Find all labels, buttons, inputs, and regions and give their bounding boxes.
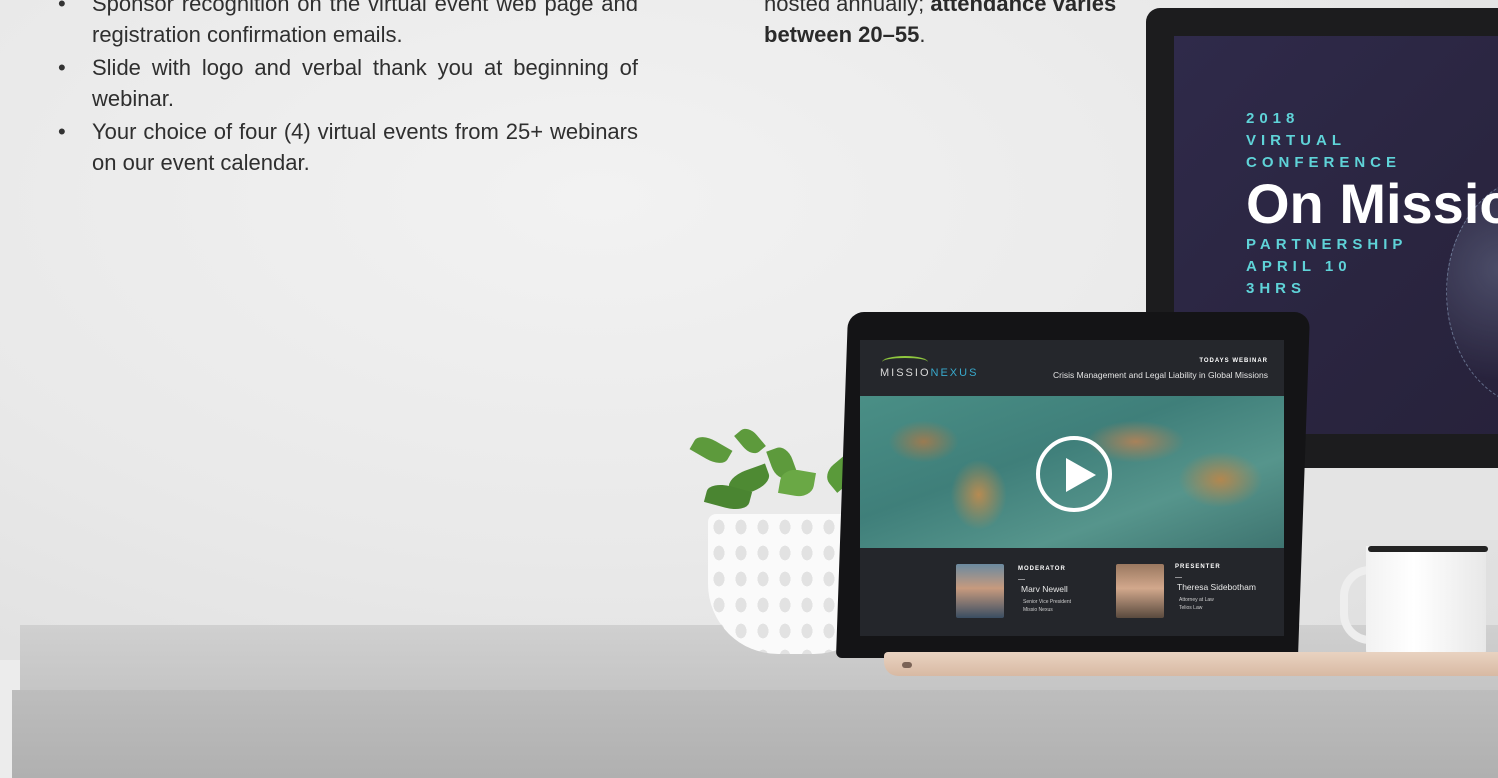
conference-title: On Missio [1246,172,1498,235]
conference-theme: PARTNERSHIP [1246,236,1408,253]
laptop-notch [902,662,912,668]
benefit-item: Slide with logo and verbal thank you at … [58,52,638,114]
moderator-photo [956,564,1004,618]
moderator-dash: — [1018,576,1025,583]
conference-label: CONFERENCE [1246,154,1402,171]
moderator-org: Missio Nexus [1023,607,1053,613]
webinar-title: Crisis Management and Legal Liability in… [1053,370,1268,380]
presenter-label: PRESENTER [1175,564,1221,570]
presenter-org: Telios Law [1179,605,1203,611]
attendance-text: hosted annually; attendance varies betwe… [764,0,1124,50]
todays-webinar-label: TODAYS WEBINAR [1199,358,1268,364]
moderator-title: Senior Vice President [1023,599,1071,605]
logo-text-a: MISSIO [880,367,931,379]
presenter-dash: — [1175,574,1182,581]
attendance-prefix: hosted annually; [764,0,931,16]
laptop-base [884,652,1498,676]
conference-type: VIRTUAL [1246,132,1346,149]
world-map-video[interactable] [860,396,1284,548]
mug-rim [1368,546,1488,552]
benefit-item: Sponsor recognition on the virtual event… [58,0,638,50]
presenter-photo [1116,564,1164,618]
conference-year: 2018 [1246,110,1300,127]
logo-text-b: NEXUS [930,367,979,379]
coffee-mug [1366,546,1486,662]
webinar-header: MISSIONEXUS TODAYS WEBINAR Crisis Manage… [860,340,1284,396]
speakers-panel: MODERATOR — Marv Newell Senior Vice Pres… [860,548,1284,636]
moderator-label: MODERATOR [1018,566,1066,572]
play-button[interactable] [1036,436,1112,512]
play-icon [1066,458,1096,492]
conference-duration: 3HRS [1246,280,1307,297]
sponsor-benefits-list: Sponsor recognition on the virtual event… [58,0,638,180]
missio-nexus-logo: MISSIONEXUS [880,367,978,379]
laptop-screen: MISSIONEXUS TODAYS WEBINAR Crisis Manage… [860,340,1284,636]
attendance-suffix: . [919,22,926,47]
moderator-name: Marv Newell [1021,584,1068,594]
benefit-item: Your choice of four (4) virtual events f… [58,116,638,178]
conference-date: APRIL 10 [1246,258,1352,275]
presenter-name: Theresa Sidebotham [1177,582,1256,592]
presenter-title: Attorney at Law [1179,597,1214,603]
desk-front [12,690,1498,778]
